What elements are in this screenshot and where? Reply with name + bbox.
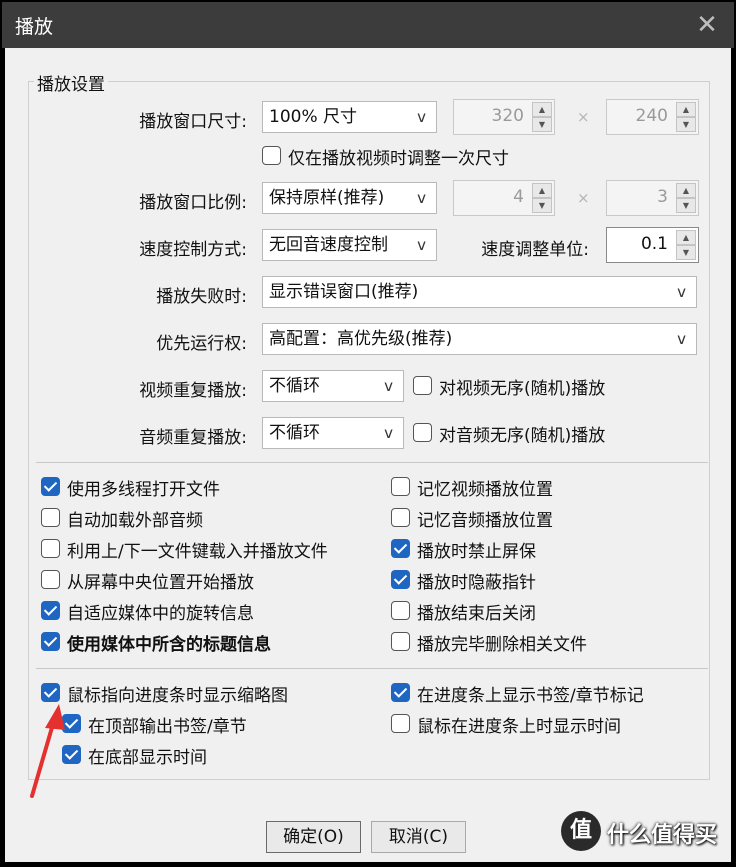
dialog-window: 播放 ✕ 播放设置 播放窗口尺寸: 100% 尺寸 v 320 ▲ ▼ × 240… (0, 0, 736, 867)
watermark-badge: 值 (561, 811, 601, 851)
annotation-arrow-icon (30, 704, 65, 798)
watermark-text: 什么值得买 (607, 823, 718, 848)
window-title: 播放 (15, 16, 54, 38)
watermark: 值 什么值得买 (561, 807, 731, 857)
cancel-button[interactable]: 取消(C) (371, 821, 466, 853)
dialog-body: 播放设置 播放窗口尺寸: 100% 尺寸 v 320 ▲ ▼ × 240 ▲ ▼ 仅… (5, 48, 731, 862)
ok-button[interactable]: 确定(O) (266, 821, 361, 853)
close-icon[interactable]: ✕ (692, 8, 722, 42)
title-bar: 播放 ✕ (2, 2, 734, 48)
